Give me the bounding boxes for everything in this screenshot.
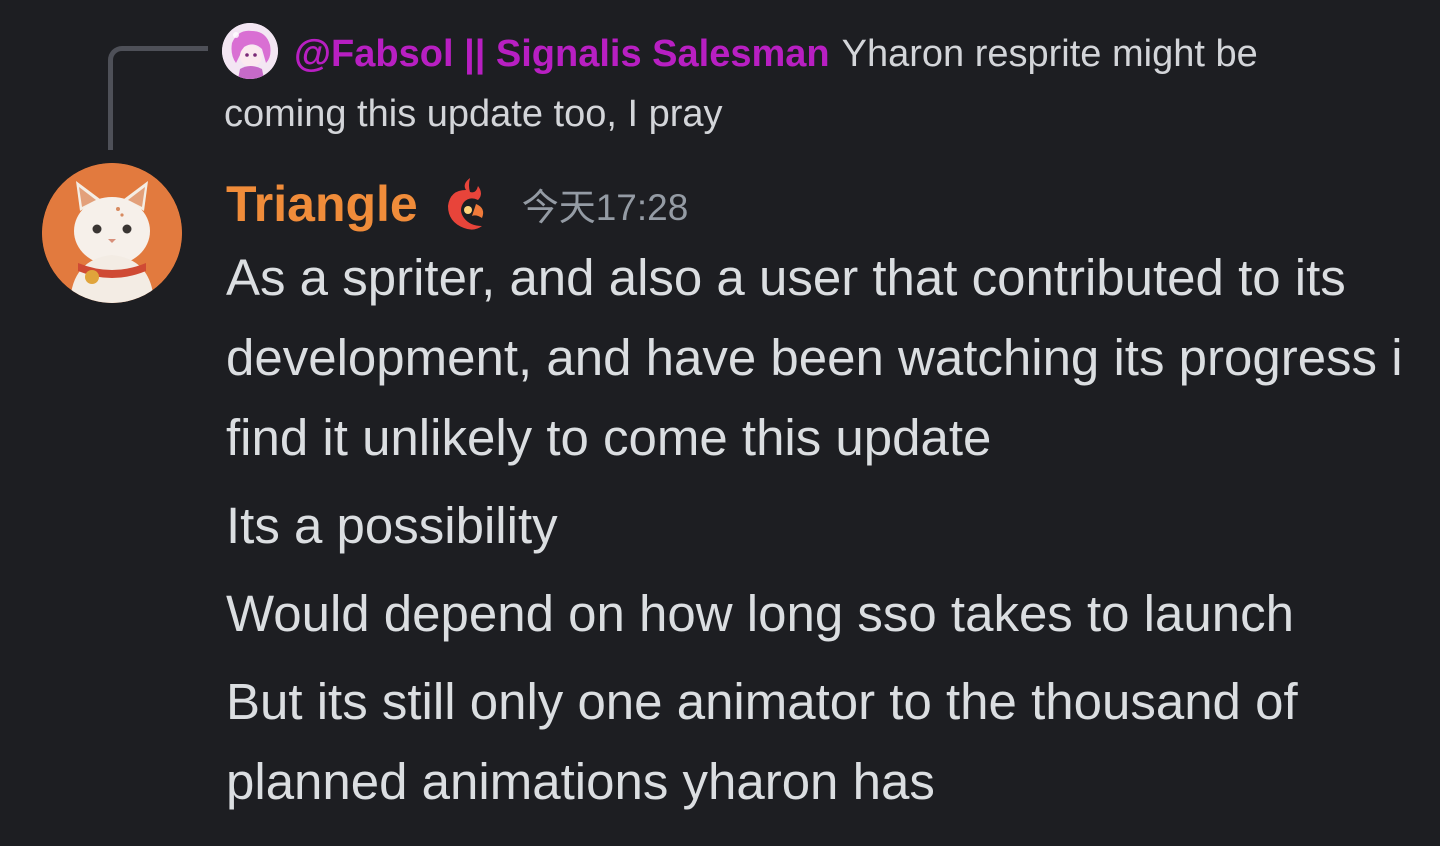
replied-message[interactable]: @Fabsol || Signalis Salesman Yharon respr… xyxy=(224,24,1344,144)
user-avatar[interactable] xyxy=(42,163,182,303)
username[interactable]: Triangle xyxy=(226,175,418,233)
flame-emblem-icon[interactable] xyxy=(440,174,492,234)
reply-connector-line xyxy=(108,46,208,150)
cat-avatar-image xyxy=(42,163,182,303)
message-text: Its a possibility xyxy=(226,497,558,554)
message-text: Would depend on how long sso takes to la… xyxy=(226,585,1294,642)
message-timestamp[interactable]: 今天17:28 xyxy=(522,177,689,231)
message-header: Triangle 今天17:28 xyxy=(226,172,688,236)
reply-author-name[interactable]: @Fabsol || Signalis Salesman xyxy=(294,33,830,75)
message-text: As a spriter, and also a user that contr… xyxy=(226,249,1403,466)
message-text: But its still only one animator to the t… xyxy=(226,673,1298,810)
message-group: As a spriter, and also a user that contr… xyxy=(226,238,1416,830)
